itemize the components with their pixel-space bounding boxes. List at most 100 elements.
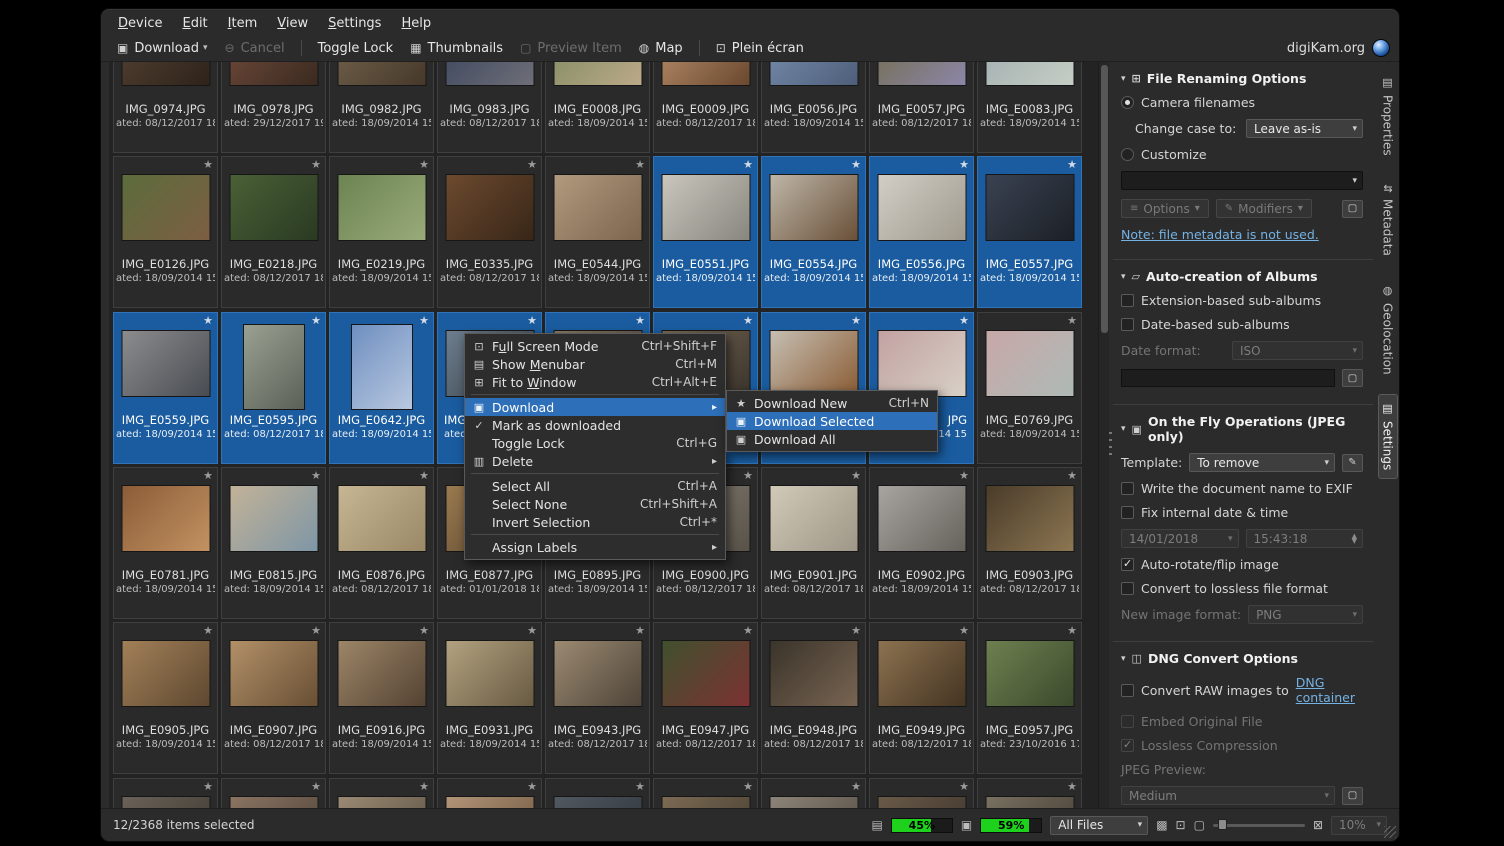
photo-thumbnail[interactable] [121, 62, 210, 86]
photo-thumbnail[interactable] [337, 485, 426, 552]
side-tab-settings[interactable]: ▤Settings [1378, 394, 1398, 478]
slider-handle[interactable] [1218, 819, 1227, 830]
thumbnail-cell[interactable]: ★ [653, 778, 758, 808]
section-header[interactable]: ▾ ◫ DNG Convert Options [1121, 651, 1363, 666]
tooltip-button[interactable]: ▢ [1342, 200, 1363, 218]
photo-thumbnail[interactable] [661, 796, 750, 808]
thumbnail-cell[interactable]: ★IMG_E0907.JPGated: 08/12/2017 18 [221, 622, 326, 774]
thumbnail-size-slider[interactable] [1213, 817, 1305, 833]
cancel-button[interactable]: ⊖ Cancel [218, 38, 292, 59]
section-header[interactable]: ▾ ▱ Auto-creation of Albums [1121, 269, 1363, 284]
date-format-select[interactable]: ISO ▾ [1232, 341, 1363, 360]
menu-item-download[interactable]: ▣Download▸ [465, 398, 725, 416]
thumbnail-cell[interactable]: ★IMG_E0903.JPGated: 08/12/2017 18 [977, 467, 1082, 619]
autorotate-row[interactable]: Auto-rotate/flip image [1121, 557, 1363, 572]
rename-pattern-input[interactable]: ▾ [1121, 171, 1363, 190]
photo-thumbnail[interactable] [445, 796, 534, 808]
side-tab-metadata[interactable]: ⇵Metadata [1378, 176, 1398, 264]
menu-item-invert-selection[interactable]: Invert SelectionCtrl+* [465, 513, 725, 531]
thumbnail-cell[interactable]: ★IMG_E0957.JPGated: 23/10/2016 17 [977, 622, 1082, 774]
preview-item-button[interactable]: ▢ Preview Item [513, 38, 629, 59]
photo-thumbnail[interactable] [985, 174, 1074, 241]
photo-thumbnail[interactable] [243, 324, 305, 410]
grid-scrollbar[interactable] [1098, 62, 1109, 808]
thumbnail-cell[interactable]: ★IMG_E0902.JPGated: 18/09/2014 15 [869, 467, 974, 619]
thumbnail-cell[interactable]: ★ [761, 778, 866, 808]
photo-thumbnail[interactable] [121, 174, 210, 241]
thumbnail-cell[interactable]: ★IMG_E0556.JPGated: 18/09/2014 15 [869, 156, 974, 308]
photo-thumbnail[interactable] [769, 330, 858, 397]
photo-thumbnail[interactable] [985, 796, 1074, 808]
photo-thumbnail[interactable] [661, 174, 750, 241]
photo-thumbnail[interactable] [445, 62, 534, 86]
thumbnail-cell[interactable]: ★IMG_E0876.JPGated: 08/12/2017 18 [329, 467, 434, 619]
menubar-item-settings[interactable]: Settings [319, 14, 390, 33]
camera-filenames-radio[interactable] [1121, 96, 1134, 109]
date-picker[interactable]: 14/01/2018 ▾ [1121, 529, 1239, 548]
thumbnail-cell[interactable]: ★IMG_E0557.JPGated: 18/09/2014 15 [977, 156, 1082, 308]
thumbnail-cell[interactable]: ★IMG_E0559.JPGated: 18/09/2014 15 [113, 312, 218, 464]
lossless-compression-row[interactable]: Lossless Compression [1121, 738, 1363, 753]
thumbnail-cell[interactable]: ★ [869, 778, 974, 808]
change-case-select[interactable]: Leave as-is ▾ [1246, 119, 1363, 138]
side-tab-properties[interactable]: ▤Properties [1378, 68, 1398, 164]
menu-item-fit-to-window[interactable]: ⊞Fit to WindowCtrl+Alt+E [465, 373, 725, 391]
menu-item-download-new[interactable]: ★Download NewCtrl+N [727, 394, 937, 412]
thumbnail-cell[interactable]: ★IMG_E0335.JPGated: 08/12/2017 18 [437, 156, 542, 308]
menu-item-toggle-lock[interactable]: Toggle LockCtrl+G [465, 434, 725, 452]
thumbnail-cell[interactable]: ★IMG_E0949.JPGated: 08/12/2017 18 [869, 622, 974, 774]
menubar-item-view[interactable]: View [268, 14, 317, 33]
photo-thumbnail[interactable] [985, 62, 1074, 86]
photo-thumbnail[interactable] [769, 796, 858, 808]
photo-thumbnail[interactable] [661, 640, 750, 707]
menu-item-download-selected[interactable]: ▣Download Selected [727, 412, 937, 430]
customize-radio-row[interactable]: Customize [1121, 147, 1363, 162]
options-button[interactable]: ≡ Options ▾ [1121, 199, 1209, 218]
photo-thumbnail[interactable] [877, 62, 966, 86]
customize-radio[interactable] [1121, 148, 1134, 161]
menu-item-download-all[interactable]: ▣Download All [727, 430, 937, 448]
edit-template-button[interactable]: ✎ [1342, 454, 1363, 472]
thumbnail-cell[interactable]: ★IMG_E0905.JPGated: 18/09/2014 15 [113, 622, 218, 774]
thumbnail-cell[interactable]: ★IMG_E0943.JPGated: 08/12/2017 18 [545, 622, 650, 774]
photo-thumbnail[interactable] [553, 796, 642, 808]
zoom-small-icon[interactable]: ▢ [1194, 818, 1205, 832]
tooltip-button[interactable]: ▢ [1342, 369, 1363, 387]
menubar-item-device[interactable]: Device [109, 14, 171, 33]
menu-item-full-screen-mode[interactable]: ⊡Full Screen ModeCtrl+Shift+F [465, 337, 725, 355]
zoom-fit-icon[interactable]: ⊠ [1313, 818, 1323, 832]
thumbnail-cell[interactable]: ★ [437, 778, 542, 808]
menubar-item-edit[interactable]: Edit [173, 14, 216, 33]
thumbnail-cell[interactable]: ★ [545, 778, 650, 808]
photo-thumbnail[interactable] [121, 485, 210, 552]
thumbnail-cell[interactable]: ★ [221, 778, 326, 808]
thumbnail-cell[interactable]: ★IMG_E0781.JPGated: 18/09/2014 15 [113, 467, 218, 619]
embed-original-checkbox[interactable] [1121, 715, 1134, 728]
zoom-out-icon[interactable]: ▩ [1156, 818, 1167, 832]
file-filter-select[interactable]: All Files ▾ [1050, 816, 1148, 835]
thumbnail-cell[interactable]: ★IMG_E0642.JPGated: 18/09/2014 15 [329, 312, 434, 464]
photo-thumbnail[interactable] [445, 640, 534, 707]
new-format-select[interactable]: PNG ▾ [1248, 605, 1363, 624]
template-select[interactable]: To remove ▾ [1189, 453, 1335, 472]
photo-thumbnail[interactable] [985, 640, 1074, 707]
info-button[interactable]: ▢ [1342, 787, 1363, 805]
photo-thumbnail[interactable] [769, 174, 858, 241]
thumbnail-cell[interactable]: ★IMG_E0056.JPGated: 18/09/2014 15 [761, 62, 866, 153]
fix-date-checkbox[interactable] [1121, 506, 1134, 519]
photo-thumbnail[interactable] [121, 796, 210, 808]
grid-scrollbar-thumb[interactable] [1101, 65, 1108, 333]
thumbnail-cell[interactable]: ★IMG_E0218.JPGated: 08/12/2017 18 [221, 156, 326, 308]
thumbnail-cell[interactable]: ★IMG_0974.JPGated: 08/12/2017 18 [113, 62, 218, 153]
menu-item-mark-as-downloaded[interactable]: ✓Mark as downloaded [465, 416, 725, 434]
photo-thumbnail[interactable] [445, 174, 534, 241]
photo-thumbnail[interactable] [337, 62, 426, 86]
thumbnail-cell[interactable]: ★IMG_E0551.JPGated: 18/09/2014 15 [653, 156, 758, 308]
extension-subalbums-row[interactable]: Extension-based sub-albums [1121, 293, 1363, 308]
extension-subalbums-checkbox[interactable] [1121, 294, 1134, 307]
thumbnail-cell[interactable]: ★IMG_E0595.JPGated: 08/12/2017 18 [221, 312, 326, 464]
dng-container-link[interactable]: DNG container [1296, 675, 1363, 705]
write-exif-row[interactable]: Write the document name to EXIF [1121, 481, 1363, 496]
embed-original-row[interactable]: Embed Original File [1121, 714, 1363, 729]
thumbnail-cell[interactable]: ★IMG_0982.JPGated: 18/09/2014 15 [329, 62, 434, 153]
